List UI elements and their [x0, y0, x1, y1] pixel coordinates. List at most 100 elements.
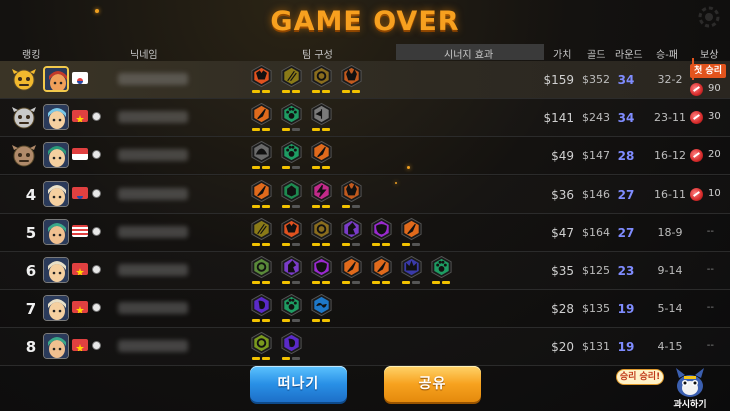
- trait-feather-icon[interactable]: [340, 255, 363, 285]
- trait-hex-icon: [311, 255, 332, 279]
- trait-bolt-icon[interactable]: [310, 179, 333, 209]
- round-count: 28: [617, 149, 635, 164]
- table-row[interactable]: $141 $243 34 23-11 30: [0, 99, 730, 138]
- trait-demon-icon[interactable]: [250, 64, 273, 94]
- win-loss: 4-15: [657, 340, 683, 354]
- trait-level-bar: [282, 319, 301, 323]
- table-row[interactable]: 5 $47 $164 27 18-9 --: [0, 214, 730, 252]
- trait-cluster-icon[interactable]: [250, 331, 273, 361]
- round-count: 34: [617, 73, 635, 87]
- trait-cube-icon[interactable]: [280, 179, 303, 209]
- trait-feather-icon[interactable]: [250, 102, 273, 132]
- player-avatar[interactable]: [43, 257, 69, 283]
- leave-button[interactable]: 떠나기: [250, 366, 347, 402]
- trait-mask-icon[interactable]: [310, 255, 333, 285]
- win-loss: 32-2: [657, 73, 683, 86]
- trait-blade-icon[interactable]: [250, 217, 273, 247]
- player-nickname-blurred[interactable]: [118, 225, 188, 238]
- header-nickname: 닉네임: [130, 50, 158, 61]
- table-row[interactable]: 7 $28 $135 19 5-14 --: [0, 290, 730, 329]
- ball-icon: [92, 226, 101, 236]
- player-avatar[interactable]: [43, 333, 69, 360]
- trait-level-bar: [312, 319, 331, 323]
- player-nickname-blurred[interactable]: [118, 149, 188, 162]
- share-button[interactable]: 공유: [384, 366, 481, 402]
- trait-gear-icon[interactable]: [310, 64, 333, 94]
- player-nickname-blurred[interactable]: [118, 340, 188, 353]
- trait-spiral-icon[interactable]: [280, 331, 303, 361]
- gold-amount: $125: [582, 264, 610, 277]
- round-count: 19: [617, 302, 635, 317]
- gold-amount: $243: [582, 111, 610, 125]
- header-value: 가치: [553, 50, 572, 61]
- rank-crown-icon: [12, 107, 36, 129]
- trait-paw-icon[interactable]: [280, 102, 303, 132]
- trait-beast-icon[interactable]: [340, 179, 363, 209]
- trait-feather-icon[interactable]: [250, 179, 273, 209]
- table-row[interactable]: 8 $20 $131 19 4-15 --: [0, 328, 730, 367]
- trait-hex-icon: [401, 255, 422, 279]
- rank-number: 7: [25, 300, 37, 319]
- trait-hex-icon: [311, 103, 332, 126]
- trait-gear-icon[interactable]: [310, 217, 333, 247]
- trait-axe-icon[interactable]: [310, 102, 333, 132]
- player-nickname-blurred[interactable]: [118, 111, 188, 124]
- trait-beast-icon[interactable]: [340, 64, 363, 94]
- header-synergy: 시너지 효과: [444, 50, 494, 61]
- table-row[interactable]: $159 $352 34 32-2 90: [0, 61, 730, 99]
- trait-mask-icon[interactable]: [370, 217, 393, 247]
- table-row[interactable]: 4 $36 $146 27 16-11 10: [0, 176, 730, 214]
- player-avatar[interactable]: [43, 142, 69, 169]
- trait-level-bar: [312, 128, 331, 132]
- player-avatar[interactable]: [43, 295, 69, 322]
- player-nickname-blurred[interactable]: [118, 73, 188, 85]
- avatar-portrait-icon: [44, 181, 68, 206]
- trait-blade-icon[interactable]: [280, 64, 303, 94]
- trait-hex-icon: [371, 255, 392, 279]
- ball-icon: [92, 188, 101, 198]
- avatar-portrait-icon: [44, 219, 68, 244]
- show-off-button[interactable]: 과시하기: [670, 366, 710, 410]
- avatar-portrait-icon: [44, 105, 68, 130]
- trait-hex-icon: [251, 217, 272, 240]
- trait-paw-icon[interactable]: [430, 255, 453, 285]
- header-team: 팀 구성: [302, 50, 333, 61]
- team-value: $20: [551, 340, 574, 355]
- trait-crown-icon[interactable]: [400, 255, 423, 285]
- trait-feather-icon[interactable]: [370, 255, 393, 285]
- player-nickname-blurred[interactable]: [118, 187, 188, 200]
- player-avatar[interactable]: [43, 218, 69, 245]
- trait-rock-icon[interactable]: [250, 255, 273, 285]
- trait-paw-icon[interactable]: [280, 293, 303, 323]
- player-avatar[interactable]: [43, 66, 69, 92]
- trait-hex-icon: [281, 141, 302, 164]
- header-gold: 골드: [587, 50, 606, 61]
- trait-knight-icon[interactable]: [340, 217, 363, 247]
- table-row[interactable]: 6 $35 $125 23 9-14 --: [0, 252, 730, 290]
- trait-feather-icon[interactable]: [400, 217, 423, 247]
- trait-level-bar: [342, 90, 361, 93]
- table-row[interactable]: $49 $147 28 16-12 20: [0, 137, 730, 176]
- player-nickname-blurred[interactable]: [118, 302, 188, 315]
- round-count: 23: [617, 264, 635, 278]
- trait-demon-icon[interactable]: [280, 217, 303, 247]
- trait-knight-icon[interactable]: [280, 255, 303, 285]
- trait-hex-icon: [281, 103, 302, 126]
- trait-spiral-icon[interactable]: [250, 293, 273, 323]
- header-reward: 보상: [700, 50, 719, 61]
- ticket-icon: [690, 149, 703, 163]
- reward: 10: [690, 187, 730, 202]
- trait-level-bar: [282, 90, 301, 93]
- trait-level-bar: [372, 242, 391, 246]
- trait-wave-icon[interactable]: [310, 293, 333, 323]
- player-nickname-blurred[interactable]: [118, 264, 188, 276]
- team-value: $141: [543, 111, 574, 126]
- trait-paw-icon[interactable]: [280, 140, 303, 170]
- trait-level-bar: [312, 204, 331, 208]
- table-header: 랭킹 닉네임 팀 구성 시너지 효과 가치 골드 라운드 승-패 보상: [0, 44, 730, 61]
- trait-feather-icon[interactable]: [310, 140, 333, 170]
- trait-helmet-icon[interactable]: [250, 140, 273, 170]
- player-avatar[interactable]: [43, 104, 69, 131]
- ball-icon: [92, 112, 101, 122]
- player-avatar[interactable]: [43, 180, 69, 207]
